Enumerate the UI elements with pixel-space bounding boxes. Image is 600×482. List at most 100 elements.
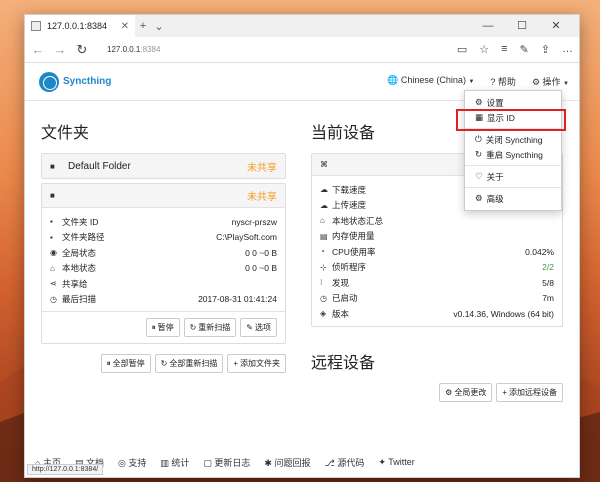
- footer-label: 支持: [128, 457, 147, 468]
- sitemap-icon: ⊹: [320, 262, 327, 272]
- add-device-label: 添加远程设备: [509, 387, 557, 397]
- close-window-icon[interactable]: ✕: [539, 15, 573, 37]
- row-value: 2017-08-31 01:41:24: [198, 294, 277, 305]
- forward-icon[interactable]: →: [53, 42, 67, 57]
- add-folder-label: 添加文件夹: [240, 359, 280, 368]
- tab-list-icon[interactable]: ⌄: [151, 20, 167, 33]
- reading-view-icon[interactable]: ▭: [457, 43, 467, 56]
- tab-title: 127.0.0.1:8384: [47, 21, 108, 31]
- device-row: ⊹ 侦听程序 2/2: [312, 260, 562, 276]
- change-all-button[interactable]: ⚙ 全局更改: [439, 382, 493, 402]
- signal-icon: ⁝: [320, 278, 323, 288]
- menu-settings[interactable]: ⚙ 设置: [465, 95, 561, 110]
- folder-detail-header[interactable]: ■ 未共享: [42, 184, 285, 208]
- new-tab-icon[interactable]: +: [135, 20, 151, 32]
- help-link[interactable]: ? 帮助: [490, 75, 516, 88]
- menu-advanced[interactable]: ⚙ 高级: [465, 191, 561, 206]
- language-menu[interactable]: 🌐 Chinese (China) ▼: [387, 75, 474, 88]
- brand-logo[interactable]: Syncthing: [39, 71, 112, 92]
- footer-label: 源代码: [337, 457, 365, 468]
- page-icon: [31, 21, 41, 31]
- brand-name: Syncthing: [63, 76, 112, 87]
- menu-label: 关闭 Syncthing: [485, 134, 543, 145]
- cogs-icon: ⚙: [475, 193, 483, 203]
- folder-status: 未共享: [247, 162, 277, 174]
- footer-source[interactable]: ⎇ 源代码: [324, 456, 364, 469]
- row-label: 最后扫描: [62, 294, 97, 305]
- row-value: 7m: [542, 293, 554, 304]
- maximize-icon[interactable]: ☐: [505, 15, 539, 37]
- tab-close-icon[interactable]: ✕: [121, 21, 129, 32]
- home-icon: ⌂: [320, 216, 325, 226]
- add-device-button[interactable]: + 添加远程设备: [496, 382, 563, 402]
- clock-icon: ◷: [50, 294, 57, 304]
- footer-label: 问题回报: [274, 457, 311, 468]
- pause-label: 暂停: [157, 323, 174, 332]
- menu-about[interactable]: ♡ 关于: [465, 169, 561, 184]
- folder-path-icon: ▪: [50, 232, 53, 242]
- row-label: 内存使用量: [332, 231, 375, 242]
- clock-icon: ◷: [320, 293, 327, 303]
- footer-twitter[interactable]: ✦ Twitter: [378, 457, 414, 468]
- menu-label: 关于: [486, 171, 504, 182]
- row-value: 0 0 ~0 B: [245, 247, 277, 258]
- refresh-icon: ↻: [475, 149, 483, 159]
- footer-support[interactable]: ◎ 支持: [118, 456, 146, 469]
- hub-icon[interactable]: ≡: [501, 43, 507, 56]
- actions-menu[interactable]: ⚙ 操作 ▼: [532, 75, 569, 88]
- actions-label: 操作: [542, 77, 561, 87]
- row-value: nyscr-prszw: [231, 216, 277, 227]
- device-row: ⌂ 本地状态汇总: [312, 213, 562, 229]
- more-icon[interactable]: …: [562, 43, 573, 56]
- pause-button[interactable]: ⏸ 暂停: [145, 318, 180, 337]
- browser-tab[interactable]: 127.0.0.1:8384 ✕: [25, 15, 135, 37]
- pause-all-button[interactable]: ⏸ 全部暂停: [100, 354, 151, 373]
- row-value: 5/8: [542, 277, 554, 288]
- cloud-download-icon: ☁: [320, 185, 328, 195]
- footer-changelog[interactable]: ▢ 更新日志: [203, 456, 250, 469]
- menu-restart[interactable]: ↻ 重启 Syncthing: [465, 147, 561, 162]
- share-icon: ⋖: [50, 279, 57, 289]
- add-folder-button[interactable]: + 添加文件夹: [227, 354, 286, 373]
- menu-label: 重启 Syncthing: [486, 149, 543, 160]
- tag-icon: ◈: [320, 309, 327, 319]
- row-label: 下载速度: [332, 184, 367, 195]
- footer-stats[interactable]: ▥ 统计: [160, 456, 189, 469]
- folder-row: ⋖ 共享给: [42, 276, 285, 292]
- globe-icon: ◉: [50, 248, 57, 258]
- device-row: ◈ 版本 v0.14.36, Windows (64 bit): [312, 306, 562, 322]
- device-row: ⁝ 发现 5/8: [312, 275, 562, 291]
- share-icon[interactable]: ⇪: [541, 43, 550, 56]
- rescan-all-label: 全部重新扫描: [169, 359, 218, 368]
- gear-icon: ⚙: [475, 97, 483, 107]
- rescan-button[interactable]: ↻ 重新扫描: [183, 318, 237, 337]
- device-identicon: ⌘: [320, 160, 328, 169]
- options-button[interactable]: ✎ 选项: [240, 318, 277, 337]
- folders-heading: 文件夹: [41, 125, 90, 142]
- footer-bugs[interactable]: ✱ 问题回报: [264, 456, 310, 469]
- url-host: 127.0.0.1: [107, 45, 141, 54]
- rescan-all-button[interactable]: ↻ 全部重新扫描: [154, 354, 224, 373]
- default-folder-panel[interactable]: ■ Default Folder 未共享: [41, 153, 286, 179]
- dashboard-icon: ◔: [320, 247, 325, 257]
- favorite-icon[interactable]: ☆: [479, 43, 489, 56]
- row-label: 本地状态汇总: [332, 215, 384, 226]
- url-field[interactable]: 127.0.0.1:8384: [97, 45, 449, 54]
- folder-row: ▪ 文件夹 ID nyscr-prszw: [42, 214, 285, 230]
- cloud-upload-icon: ☁: [320, 200, 328, 210]
- menu-shutdown[interactable]: ⏻ 关闭 Syncthing: [465, 132, 561, 147]
- footer-label: Twitter: [388, 456, 415, 467]
- footer-label: 统计: [171, 457, 190, 468]
- device-row: ◷ 已启动 7m: [312, 291, 562, 307]
- change-all-label: 全局更改: [454, 387, 487, 397]
- back-icon[interactable]: ←: [31, 42, 45, 57]
- rescan-label: 重新扫描: [198, 323, 231, 332]
- refresh-icon[interactable]: ↻: [75, 42, 89, 58]
- url-port: :8384: [140, 45, 161, 54]
- minimize-icon[interactable]: —: [471, 15, 505, 37]
- row-label: CPU使用率: [332, 246, 376, 257]
- notes-icon[interactable]: ✎: [520, 43, 529, 56]
- status-bar-url: http://127.0.0.1:8384/: [27, 464, 104, 475]
- device-row: ▤ 内存使用量: [312, 229, 562, 245]
- folder-row: ◷ 最后扫描 2017-08-31 01:41:24: [42, 292, 285, 308]
